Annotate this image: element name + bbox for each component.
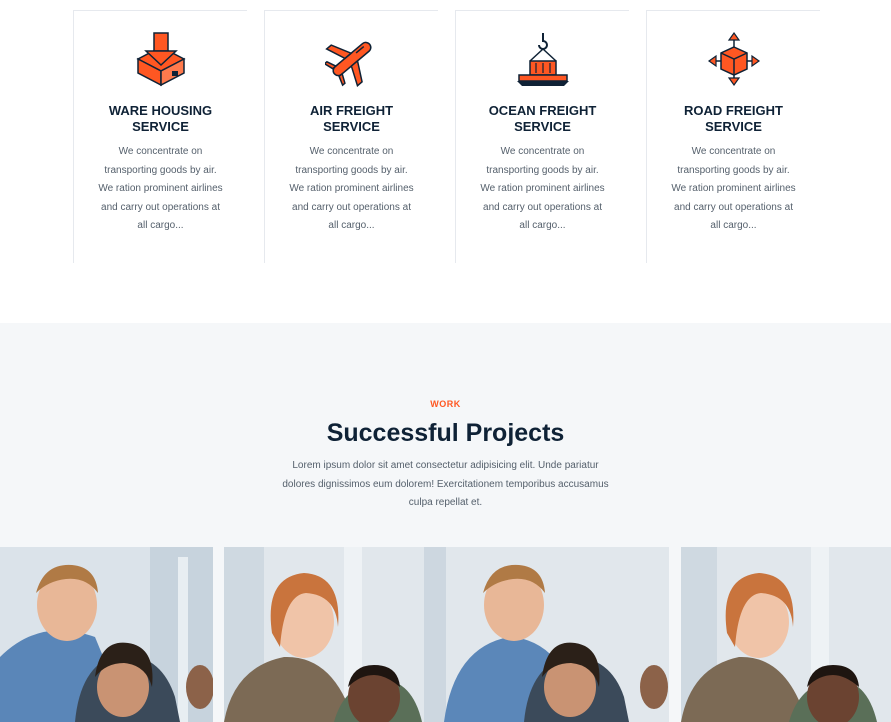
projects-section: WORK Successful Projects Lorem ipsum dol… xyxy=(0,323,891,722)
service-card-road-freight[interactable]: ROAD FREIGHT SERVICE We concentrate on tr… xyxy=(646,10,820,263)
airplane-icon xyxy=(323,31,379,88)
service-title: WARE HOUSING SERVICE xyxy=(108,103,213,134)
service-description: We concentrate on transporting goods by … xyxy=(480,146,605,231)
project-photo-1[interactable] xyxy=(0,547,213,722)
service-description: We concentrate on transporting goods by … xyxy=(671,146,796,231)
service-card-air-freight[interactable]: AIR FREIGHT SERVICE We concentrate on tra… xyxy=(264,10,438,263)
service-description: We concentrate on transporting goods by … xyxy=(289,146,414,231)
section-title: Successful Projects xyxy=(326,419,565,447)
ship-container-icon xyxy=(516,31,570,87)
service-title: ROAD FREIGHT SERVICE xyxy=(684,103,783,134)
warehouse-box-icon xyxy=(134,31,188,87)
project-photo-2[interactable] xyxy=(224,547,669,722)
service-description: We concentrate on transporting goods by … xyxy=(98,146,223,231)
service-card-warehousing[interactable]: WARE HOUSING SERVICE We concentrate on tr… xyxy=(73,10,247,263)
section-eyebrow: WORK xyxy=(430,399,461,409)
service-title: OCEAN FREIGHT SERVICE xyxy=(488,103,597,134)
section-description: Lorem ipsum dolor sit amet consectetur a… xyxy=(282,460,609,508)
service-card-ocean-freight[interactable]: OCEAN FREIGHT SERVICE We concentrate on t… xyxy=(455,10,629,263)
services-section: WARE HOUSING SERVICE We concentrate on tr… xyxy=(0,0,891,323)
road-box-arrows-icon xyxy=(707,31,761,87)
project-photo-3[interactable] xyxy=(681,547,891,722)
service-title: AIR FREIGHT SERVICE xyxy=(309,103,394,134)
